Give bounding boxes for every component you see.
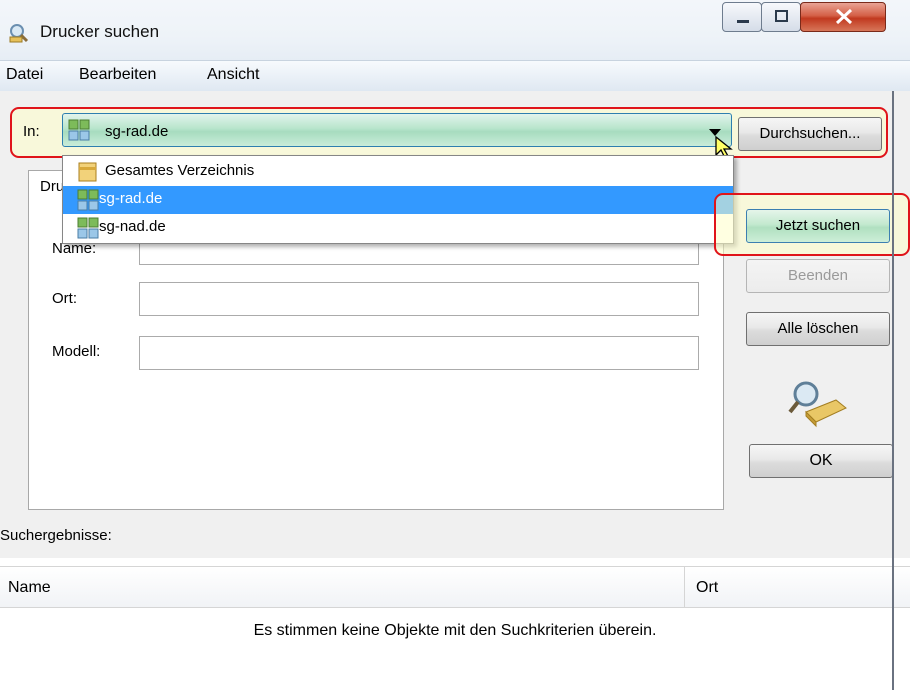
column-header-name[interactable]: Name (8, 579, 51, 597)
dropdown-option-label: sg-rad.de (99, 190, 163, 207)
dropdown-option-label: Gesamtes Verzeichnis (105, 162, 255, 179)
model-label: Modell: (52, 343, 101, 360)
clear-all-button[interactable]: Alle löschen (746, 312, 890, 346)
search-now-button[interactable]: Jetzt suchen (746, 209, 890, 243)
minimize-icon (737, 20, 749, 23)
place-label: Ort: (52, 290, 77, 307)
maximize-icon (775, 10, 788, 22)
window-title: Drucker suchen (40, 22, 160, 41)
results-label: Suchergebnisse: (0, 527, 112, 544)
domain-icon (77, 217, 99, 239)
window-border (892, 91, 894, 690)
results-header: Name Ort (0, 566, 910, 608)
browse-button[interactable]: Durchsuchen... (738, 117, 882, 151)
minimize-button[interactable] (722, 2, 762, 32)
title-bar[interactable]: Drucker suchen (0, 0, 910, 60)
menu-bar: Datei Bearbeiten Ansicht (0, 60, 910, 92)
dropdown-option-sg-nad[interactable]: sg-nad.de (63, 214, 733, 242)
dropdown-option-directory[interactable]: Gesamtes Verzeichnis (63, 158, 733, 186)
empty-results-message: Es stimmen keine Objekte mit den Suchkri… (253, 622, 657, 639)
scope-value: sg-rad.de (105, 123, 169, 140)
model-field[interactable] (139, 336, 699, 370)
place-field[interactable] (139, 282, 699, 316)
criteria-tab[interactable]: Dru (40, 178, 64, 195)
maximize-button[interactable] (761, 2, 801, 32)
domain-icon (77, 189, 99, 211)
scope-dropdown-list: Gesamtes Verzeichnis sg-rad.de sg-nad.de (62, 155, 734, 244)
menu-item-bearbeiten[interactable]: Bearbeiten (79, 66, 156, 84)
directory-icon (78, 162, 97, 182)
dropdown-option-label: sg-nad.de (99, 218, 166, 235)
scope-label: In: (23, 123, 40, 140)
column-divider[interactable] (684, 567, 685, 607)
ok-button[interactable]: OK (749, 444, 893, 478)
printer-search-icon (9, 24, 29, 43)
menu-item-ansicht[interactable]: Ansicht (207, 66, 259, 84)
stop-button[interactable]: Beenden (746, 259, 890, 293)
close-icon (835, 8, 853, 25)
dropdown-option-sg-rad[interactable]: sg-rad.de (63, 186, 733, 214)
column-header-place[interactable]: Ort (696, 579, 718, 597)
search-animation-icon (788, 381, 847, 428)
close-button[interactable] (800, 2, 886, 32)
menu-item-datei[interactable]: Datei (6, 66, 43, 84)
domain-icon (68, 119, 90, 141)
